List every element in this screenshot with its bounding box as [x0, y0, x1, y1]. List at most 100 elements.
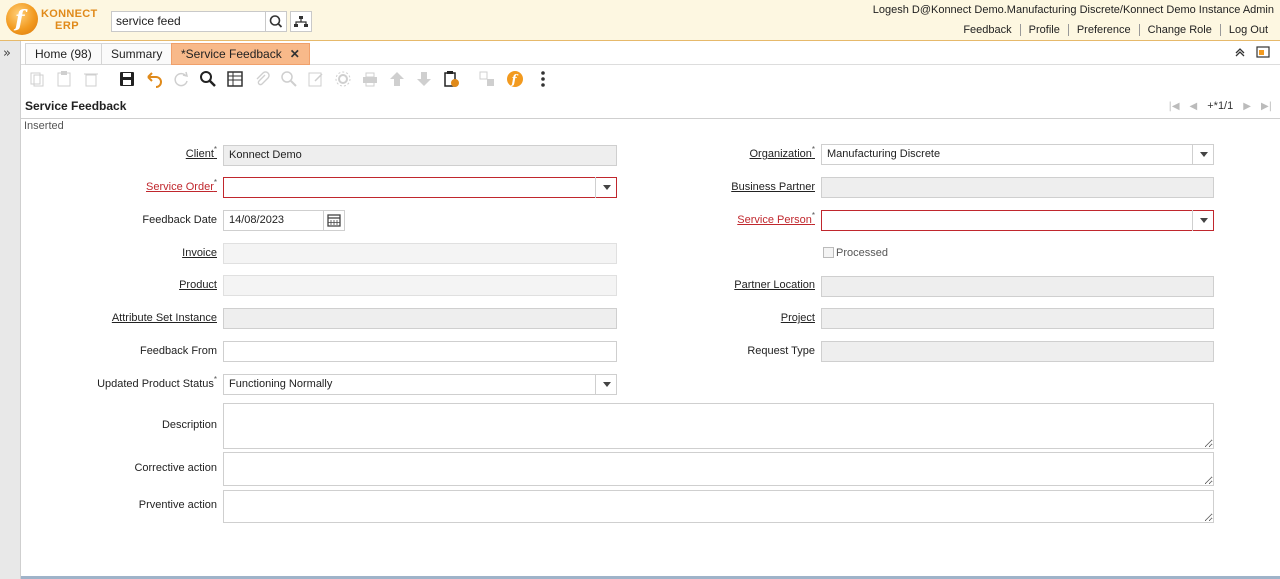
archive-button[interactable]: [440, 68, 462, 90]
partner-location-label[interactable]: Partner Location: [734, 279, 815, 291]
maximize-icon[interactable]: [1256, 46, 1270, 58]
close-tab-icon[interactable]: ✕: [290, 47, 300, 61]
tab-service-feedback[interactable]: *Service Feedback ✕: [171, 43, 310, 65]
service-order-combobox[interactable]: [223, 177, 617, 198]
tab-home[interactable]: Home (98): [25, 43, 102, 65]
workflow-button[interactable]: [332, 68, 354, 90]
updated-product-status-select[interactable]: Functioning Normally: [223, 374, 617, 395]
service-order-dropdown-icon[interactable]: [595, 177, 617, 198]
tab-home-label: Home (98): [35, 47, 92, 61]
search-icon: [269, 15, 283, 28]
refresh-button[interactable]: [170, 68, 192, 90]
client-label[interactable]: Client*: [186, 145, 217, 160]
feedback-link[interactable]: Feedback: [955, 24, 1019, 36]
organization-select[interactable]: Manufacturing Discrete: [821, 144, 1214, 165]
project-label[interactable]: Project: [781, 312, 815, 324]
partner-location-field[interactable]: [821, 276, 1214, 297]
zoom-across-button[interactable]: [278, 68, 300, 90]
service-person-combobox[interactable]: [821, 210, 1214, 231]
save-icon: [120, 72, 134, 86]
status-message: Inserted: [24, 120, 64, 132]
updated-product-status-dropdown-icon[interactable]: [595, 374, 617, 395]
paste-icon: [57, 71, 71, 87]
sitemap-icon: [294, 16, 308, 27]
kebab-menu-icon: [541, 71, 545, 87]
gear-icon: [335, 71, 351, 87]
copy-icon: [30, 72, 44, 87]
user-context-info: Logesh D@Konnect Demo.Manufacturing Disc…: [872, 4, 1274, 16]
paperclip-icon: [256, 71, 270, 86]
konnect-logo-icon: f: [507, 71, 523, 87]
clipboard-add-icon: [444, 71, 459, 87]
last-record-icon[interactable]: ▶|: [1261, 101, 1272, 112]
feedback-date-input[interactable]: 14/08/2023: [223, 210, 324, 231]
product-label[interactable]: Product: [179, 279, 217, 291]
print-button[interactable]: [359, 68, 381, 90]
client-field[interactable]: Konnect Demo: [223, 145, 617, 166]
collapse-up-icon[interactable]: [1234, 46, 1246, 58]
processed-checkbox[interactable]: [823, 247, 834, 258]
preference-link[interactable]: Preference: [1067, 24, 1139, 36]
tab-summary[interactable]: Summary: [101, 43, 173, 65]
previous-record-button[interactable]: [386, 68, 408, 90]
first-record-icon[interactable]: |◀: [1168, 101, 1179, 112]
process-button[interactable]: [476, 68, 498, 90]
expand-panel-icon[interactable]: »: [3, 46, 11, 61]
attribute-set-instance-field[interactable]: [223, 308, 617, 329]
organization-value: Manufacturing Discrete: [827, 148, 941, 160]
next-record-icon[interactable]: ▶: [1243, 101, 1251, 112]
grid-view-icon: [227, 71, 243, 87]
west-panel-collapsed: »: [0, 41, 21, 579]
processed-label: Processed: [836, 247, 888, 259]
attribute-set-instance-label[interactable]: Attribute Set Instance: [112, 312, 217, 324]
project-field[interactable]: [821, 308, 1214, 329]
organization-label[interactable]: Organization*: [750, 145, 816, 160]
feedback-date-calendar-button[interactable]: [323, 210, 345, 231]
arrow-up-icon: [390, 72, 404, 86]
previous-record-icon[interactable]: ◀: [1190, 101, 1198, 112]
product-field[interactable]: [223, 275, 617, 296]
logo-circle-icon: f: [6, 3, 38, 35]
logo-text-erp: ERP: [55, 20, 80, 32]
paste-record-button[interactable]: [53, 68, 75, 90]
process-icon: [479, 71, 494, 86]
more-options-button[interactable]: [532, 68, 554, 90]
next-record-button[interactable]: [413, 68, 435, 90]
profile-link[interactable]: Profile: [1019, 24, 1068, 36]
chat-button[interactable]: [305, 68, 327, 90]
find-button[interactable]: [197, 68, 219, 90]
page-title: Service Feedback: [25, 99, 127, 113]
delete-record-button[interactable]: [80, 68, 102, 90]
description-textarea[interactable]: [223, 403, 1214, 449]
log-out-link[interactable]: Log Out: [1219, 24, 1276, 36]
record-titlebar: Service Feedback |◀ ◀ +*1/1 ▶ ▶|: [21, 96, 1280, 119]
refresh-icon: [174, 71, 189, 87]
corrective-action-textarea[interactable]: [223, 452, 1214, 486]
menu-tree-button[interactable]: [290, 11, 312, 32]
konnect-logo-button[interactable]: f: [504, 68, 526, 90]
calendar-icon: [327, 214, 341, 227]
konnect-erp-logo[interactable]: f KONNECT ERP: [6, 3, 106, 37]
global-search-input[interactable]: service feed: [111, 11, 266, 32]
tab-service-feedback-label: *Service Feedback: [181, 47, 282, 61]
invoice-label[interactable]: Invoice: [182, 247, 217, 259]
magnifier-icon: [200, 71, 216, 87]
business-partner-field[interactable]: [821, 177, 1214, 198]
edit-note-icon: [308, 72, 323, 87]
change-role-link[interactable]: Change Role: [1138, 24, 1220, 36]
invoice-field[interactable]: [223, 243, 617, 264]
grid-toggle-button[interactable]: [224, 68, 246, 90]
feedback-from-input[interactable]: [223, 341, 617, 362]
save-button[interactable]: [116, 68, 138, 90]
undo-button[interactable]: [143, 68, 165, 90]
service-person-label[interactable]: Service Person*: [737, 211, 815, 226]
organization-dropdown-icon[interactable]: [1192, 144, 1214, 165]
copy-record-button[interactable]: [26, 68, 48, 90]
service-order-label[interactable]: Service Order*: [146, 178, 217, 193]
business-partner-label[interactable]: Business Partner: [731, 181, 815, 193]
request-type-field[interactable]: [821, 341, 1214, 362]
service-person-dropdown-icon[interactable]: [1192, 210, 1214, 231]
preventive-action-textarea[interactable]: [223, 490, 1214, 523]
search-button[interactable]: [265, 11, 287, 32]
attachment-button[interactable]: [251, 68, 273, 90]
